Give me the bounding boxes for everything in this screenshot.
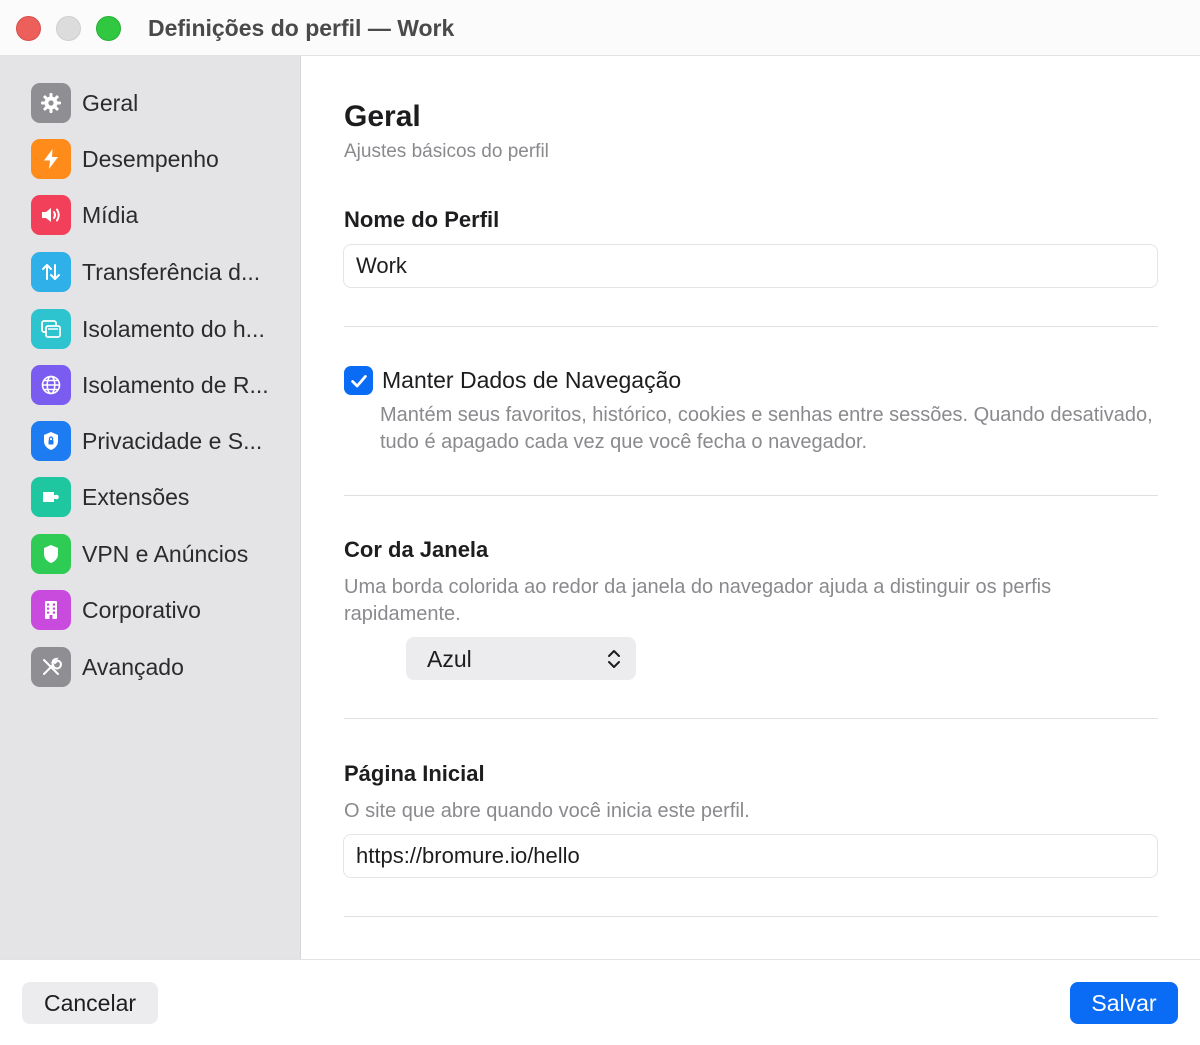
sidebar-item-label: Extensões bbox=[82, 484, 190, 510]
profile-name-label: Nome do Perfil bbox=[344, 207, 500, 232]
bolt-icon bbox=[31, 139, 71, 179]
sidebar-item-geral[interactable]: Geral bbox=[31, 83, 291, 123]
home-page-input[interactable] bbox=[343, 834, 1158, 878]
sidebar-item-vpn[interactable]: VPN e Anúncios bbox=[31, 534, 291, 574]
sidebar-item-privacidade[interactable]: Privacidade e S... bbox=[31, 421, 291, 461]
title-bar: Definições do perfil — Work bbox=[0, 0, 1200, 56]
window-color-label: Cor da Janela bbox=[344, 537, 489, 562]
sidebar-item-isolamento-r[interactable]: Isolamento de R... bbox=[31, 365, 291, 405]
settings-window: Definições do perfil — Work Geral Desemp… bbox=[0, 0, 1200, 1045]
sidebar-item-midia[interactable]: Mídia bbox=[31, 195, 291, 235]
extension-icon bbox=[31, 477, 71, 517]
minimize-window-button[interactable] bbox=[56, 16, 81, 41]
speaker-icon bbox=[31, 195, 71, 235]
sidebar-item-isolamento-h[interactable]: Isolamento do h... bbox=[31, 309, 291, 349]
page-title: Geral bbox=[344, 100, 421, 133]
divider bbox=[344, 495, 1158, 496]
sidebar-item-label: Isolamento do h... bbox=[82, 316, 265, 342]
window-color-description: Uma borda colorida ao redor da janela do… bbox=[344, 576, 1052, 625]
sidebar-item-avancado[interactable]: Avançado bbox=[31, 647, 291, 687]
window-title: Definições do perfil — Work bbox=[148, 15, 455, 41]
building-icon bbox=[31, 590, 71, 630]
divider bbox=[344, 916, 1158, 917]
zoom-window-button[interactable] bbox=[96, 16, 121, 41]
sidebar-item-label: Transferência d... bbox=[82, 259, 261, 285]
sidebar-item-label: Desempenho bbox=[82, 146, 219, 172]
tools-icon bbox=[31, 647, 71, 687]
save-button[interactable]: Salvar bbox=[1070, 982, 1178, 1024]
sidebar-item-label: Mídia bbox=[82, 202, 139, 228]
gear-icon bbox=[31, 83, 71, 123]
main-panel: Geral Ajustes básicos do perfil Nome do … bbox=[301, 56, 1200, 959]
sidebar-item-label: VPN e Anúncios bbox=[82, 541, 249, 567]
sidebar: Geral Desempenho Mídia Transferência d..… bbox=[0, 56, 301, 959]
profile-name-input[interactable] bbox=[343, 244, 1158, 288]
lock-shield-icon bbox=[31, 421, 71, 461]
divider bbox=[344, 326, 1158, 327]
sidebar-item-label: Avançado bbox=[82, 654, 184, 680]
sidebar-item-label: Privacidade e S... bbox=[82, 428, 263, 454]
sidebar-item-transferencia[interactable]: Transferência d... bbox=[31, 252, 291, 292]
transfer-arrows-icon bbox=[31, 252, 71, 292]
sidebar-item-corporativo[interactable]: Corporativo bbox=[31, 590, 291, 630]
divider bbox=[344, 718, 1158, 719]
sidebar-item-label: Corporativo bbox=[82, 597, 201, 623]
page-subtitle: Ajustes básicos do perfil bbox=[344, 141, 549, 162]
checkmark-icon bbox=[350, 374, 367, 387]
window-icon bbox=[31, 309, 71, 349]
keep-data-description: Mantém seus favoritos, histórico, cookie… bbox=[380, 404, 1153, 453]
close-window-button[interactable] bbox=[16, 16, 41, 41]
window-color-value: Azul bbox=[427, 646, 472, 672]
keep-data-checkbox[interactable] bbox=[344, 366, 373, 395]
home-page-label: Página Inicial bbox=[344, 761, 485, 786]
shield-icon bbox=[31, 534, 71, 574]
sidebar-item-desempenho[interactable]: Desempenho bbox=[31, 139, 291, 179]
globe-icon bbox=[31, 365, 71, 405]
window-color-select[interactable]: Azul bbox=[406, 637, 636, 680]
home-page-description: O site que abre quando você inicia este … bbox=[344, 800, 750, 822]
sidebar-item-label: Isolamento de R... bbox=[82, 372, 269, 398]
cancel-button[interactable]: Cancelar bbox=[22, 982, 158, 1024]
sidebar-item-extensoes[interactable]: Extensões bbox=[31, 477, 291, 517]
keep-data-label: Manter Dados de Navegação bbox=[382, 367, 682, 393]
chevron-up-down-icon bbox=[608, 650, 620, 668]
footer: Cancelar Salvar bbox=[0, 959, 1200, 1045]
sidebar-item-label: Geral bbox=[82, 90, 139, 116]
